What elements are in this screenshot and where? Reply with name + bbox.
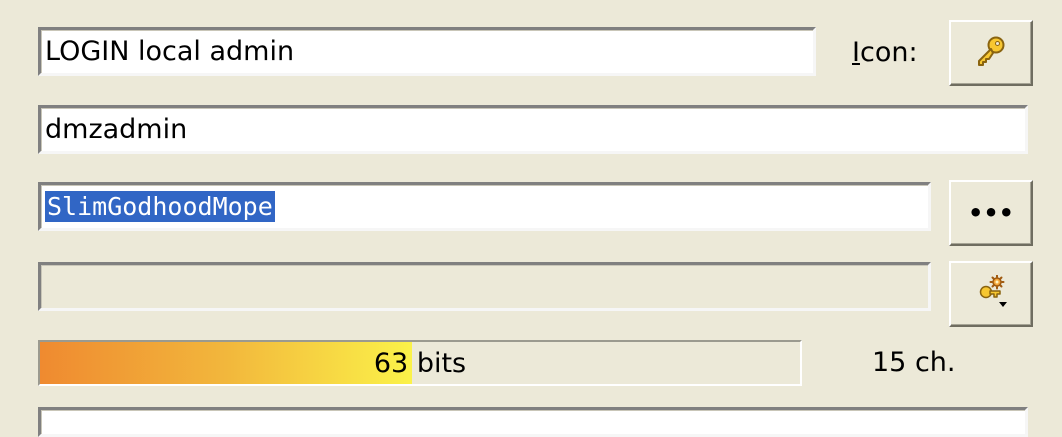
password-field[interactable]: SlimGodhoodMope [38, 182, 931, 231]
icon-label-rest: con: [859, 37, 918, 68]
password-quality-text: 63 bits [373, 347, 467, 379]
username-input[interactable] [41, 108, 1025, 151]
icon-label-mnemonic: I [852, 37, 860, 68]
notes-field[interactable] [38, 407, 1028, 437]
icon-label: Icon: [852, 37, 918, 68]
username-field[interactable] [38, 105, 1028, 154]
repeat-password-field[interactable] [38, 262, 931, 311]
password-value-selected[interactable]: SlimGodhoodMope [45, 191, 275, 222]
show-password-button-label: ••• [967, 199, 1015, 227]
show-password-button[interactable]: ••• [949, 180, 1033, 246]
key-gear-dropdown-icon [972, 274, 1010, 313]
password-length-label: 15 ch. [872, 347, 956, 378]
repeat-password-input[interactable] [41, 265, 928, 308]
title-input[interactable] [41, 30, 813, 73]
icon-picker-button[interactable] [949, 20, 1033, 86]
password-generator-button[interactable] [949, 261, 1033, 327]
title-field[interactable] [38, 27, 816, 76]
password-quality-bar: 63 bits [38, 340, 802, 386]
key-icon [974, 34, 1008, 72]
